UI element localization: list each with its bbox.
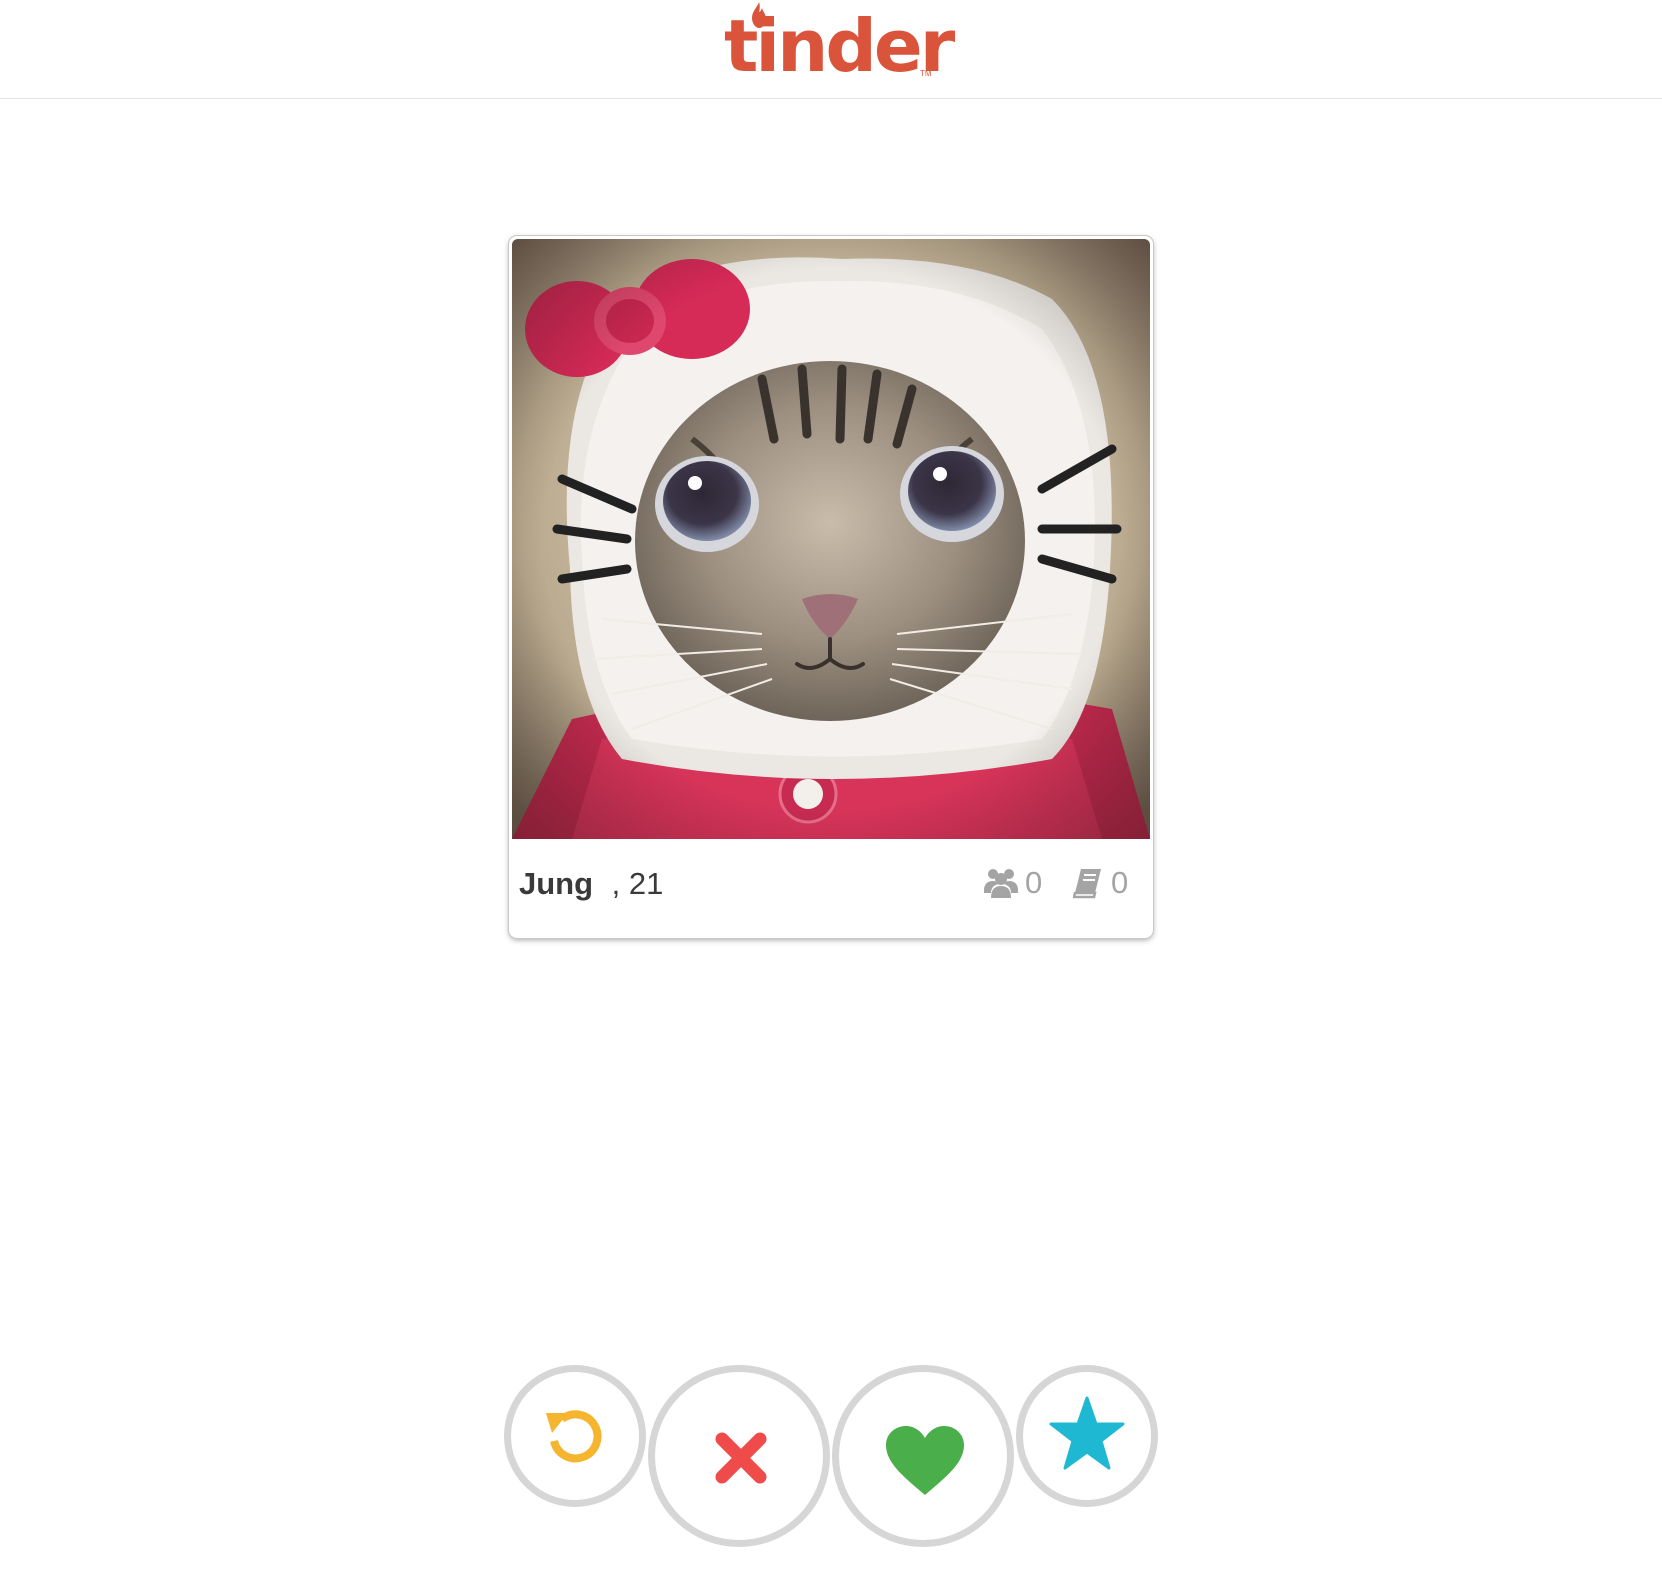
x-icon	[715, 1432, 767, 1484]
tinder-logo[interactable]: tinder TM	[724, 0, 955, 90]
common-friends-count: 0	[1025, 865, 1043, 900]
undo-button[interactable]	[504, 1365, 646, 1507]
undo-icon	[546, 1410, 602, 1463]
star-icon	[1049, 1396, 1125, 1470]
book-icon	[1073, 869, 1101, 899]
profile-age: , 21	[603, 866, 664, 901]
logo-wordmark: tinder	[724, 4, 955, 88]
trademark-mark: TM	[920, 69, 932, 78]
profile-card[interactable]: Jung , 21 0 0	[509, 236, 1153, 938]
cat-photo-illustration	[512, 239, 1150, 839]
common-interests-count: 0	[1111, 865, 1129, 900]
heart-icon	[886, 1426, 964, 1495]
top-bar: tinder TM	[0, 0, 1662, 99]
friends-icon	[984, 869, 1018, 898]
profile-info-bar: Jung , 21 0 0	[509, 839, 1153, 938]
like-button[interactable]	[832, 1365, 1014, 1547]
profile-name: Jung	[519, 866, 594, 901]
nope-button[interactable]	[648, 1365, 830, 1547]
profile-photo[interactable]	[512, 239, 1150, 839]
super-like-button[interactable]	[1016, 1365, 1158, 1507]
